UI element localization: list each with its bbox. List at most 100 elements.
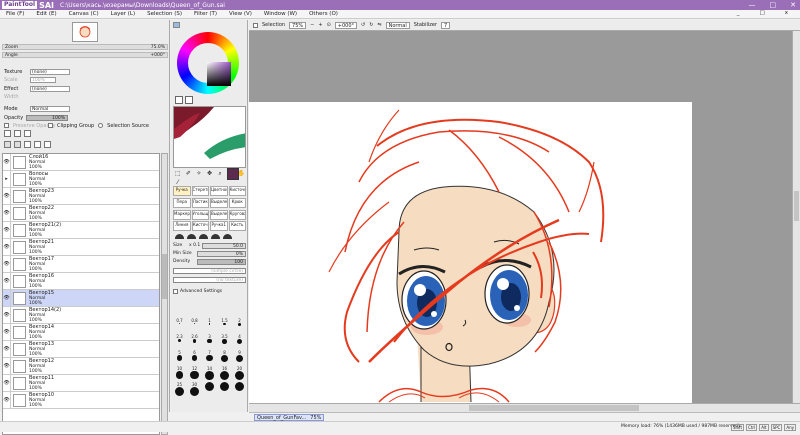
eye-icon[interactable]: 👁 bbox=[3, 205, 11, 221]
maximize-button[interactable]: □ bbox=[770, 1, 777, 9]
scratch-pad[interactable] bbox=[173, 106, 246, 168]
drawing-canvas[interactable] bbox=[249, 102, 692, 403]
merge-down-icon[interactable] bbox=[14, 141, 21, 148]
brush-size-preset[interactable]: 10 bbox=[175, 366, 184, 380]
eye-icon[interactable]: 👁 bbox=[3, 358, 11, 374]
eye-icon[interactable]: 👁 bbox=[3, 188, 11, 204]
layer-row[interactable]: 👁 Вектор14(2) Normal 100% bbox=[3, 307, 159, 324]
layer-scrollbar[interactable] bbox=[161, 153, 168, 435]
doc-maximize-button[interactable]: □ bbox=[754, 10, 771, 16]
brush-tool[interactable]: Стереть bbox=[191, 186, 209, 196]
new-folder-icon[interactable] bbox=[24, 130, 31, 137]
zoom-in-icon[interactable]: + bbox=[318, 22, 322, 28]
brush-size-preset[interactable]: 2.3 bbox=[176, 334, 183, 348]
menu-window[interactable]: Window (W) bbox=[258, 11, 303, 17]
brush-size-preset[interactable]: 20 bbox=[235, 366, 244, 380]
selection-checkbox[interactable] bbox=[253, 22, 258, 28]
brush-size-preset[interactable]: 16 bbox=[220, 366, 229, 380]
layer-row[interactable]: 👁 Вектор16 Normal 100% bbox=[3, 273, 159, 290]
eye-icon[interactable]: 👁 bbox=[3, 324, 11, 340]
layer-row[interactable]: 👁 Вектор21 Normal 100% bbox=[3, 239, 159, 256]
menu-filter[interactable]: Filter (T) bbox=[188, 11, 223, 17]
brush-size-preset[interactable] bbox=[220, 382, 229, 396]
color-wheel[interactable] bbox=[177, 32, 239, 94]
saturation-value-square[interactable] bbox=[207, 62, 231, 86]
brush-tool[interactable]: Кисточка bbox=[228, 186, 246, 196]
brush-size-preset[interactable]: 5 bbox=[176, 350, 183, 364]
brush-size-preset[interactable]: 3 bbox=[207, 334, 212, 348]
opacity-slider[interactable]: 100% bbox=[26, 115, 68, 121]
new-layer-icon[interactable] bbox=[4, 130, 11, 137]
brush-shape-4[interactable] bbox=[211, 234, 220, 239]
eye-icon[interactable]: 👁 bbox=[3, 239, 11, 255]
doc-minimize-button[interactable]: _ bbox=[731, 10, 746, 16]
layer-row[interactable]: 👁 Вектор10 Normal 100% bbox=[3, 392, 159, 409]
layer-row[interactable]: 👁 Вектор14 Normal 100% bbox=[3, 324, 159, 341]
brush-shape-3[interactable] bbox=[199, 234, 208, 239]
eye-icon[interactable]: 👁 bbox=[3, 392, 11, 408]
lasso-icon[interactable]: ✐ bbox=[184, 170, 194, 178]
zoom-icon[interactable]: ⌕ bbox=[215, 170, 225, 178]
canvas-vertical-scrollbar[interactable] bbox=[792, 31, 800, 403]
eye-icon[interactable]: 👁 bbox=[3, 290, 11, 306]
new-linework-layer-icon[interactable] bbox=[14, 130, 21, 137]
brush-shape-2[interactable] bbox=[187, 234, 196, 239]
brush-tool[interactable]: Кругова bbox=[228, 209, 246, 220]
brush-size-preset[interactable]: 7 bbox=[206, 350, 213, 364]
brush-size-preset[interactable] bbox=[235, 382, 244, 396]
selection-source-radio[interactable] bbox=[98, 123, 104, 128]
delete-layer-icon[interactable] bbox=[44, 141, 51, 148]
zoom-out-icon[interactable]: − bbox=[310, 22, 314, 28]
brush-tool[interactable]: Кисть bbox=[228, 221, 246, 232]
eye-icon[interactable]: 👁 bbox=[3, 256, 11, 272]
brush-tool[interactable]: Крюк bbox=[228, 197, 246, 208]
layer-row[interactable]: 👁 Вектор15 Normal 100% bbox=[3, 290, 159, 307]
minimize-button[interactable]: — bbox=[749, 1, 756, 9]
brush-tool[interactable]: Цветной bbox=[210, 186, 228, 196]
menu-layer[interactable]: Layer (L) bbox=[105, 11, 141, 17]
blend-mode-field[interactable]: Normal bbox=[385, 21, 410, 29]
brush-shape-5[interactable] bbox=[223, 234, 232, 239]
folder-icon[interactable]: ▸ bbox=[3, 171, 11, 187]
canvas-horizontal-scrollbar[interactable] bbox=[249, 403, 800, 412]
rotate-left-icon[interactable]: ↺ bbox=[361, 22, 365, 28]
density-slider[interactable]: 100 bbox=[197, 258, 246, 265]
layer-mask-icon[interactable] bbox=[24, 141, 31, 148]
layer-scroll-thumb[interactable] bbox=[162, 254, 167, 299]
brush-size-preset[interactable]: 1 bbox=[208, 318, 211, 332]
eye-icon[interactable]: 👁 bbox=[3, 307, 11, 323]
layer-row[interactable]: 👁 Слой16 Normal 100% bbox=[3, 154, 159, 171]
rotate-right-icon[interactable]: ↻ bbox=[369, 22, 373, 28]
advanced-settings-checkbox[interactable] bbox=[173, 289, 178, 294]
transfer-down-icon[interactable] bbox=[4, 141, 11, 148]
brush-tool[interactable]: Маркер bbox=[173, 209, 191, 220]
selection-icon[interactable]: ⬚ bbox=[173, 170, 183, 178]
brush-size-preset[interactable]: 0.8 bbox=[191, 318, 198, 332]
preserve-opacity-checkbox[interactable] bbox=[4, 123, 9, 128]
swatch-a[interactable] bbox=[175, 96, 183, 104]
zoom-row[interactable]: Zoom 75.0% bbox=[2, 44, 168, 50]
brush-shape-1[interactable] bbox=[175, 234, 184, 239]
texture-select[interactable]: (none) bbox=[30, 68, 70, 75]
doc-close-button[interactable]: x bbox=[779, 10, 794, 16]
canvas-vscroll-thumb[interactable] bbox=[794, 191, 799, 221]
layer-row[interactable]: 👁 Вектор23 Normal 100% bbox=[3, 188, 159, 205]
close-button[interactable]: ✕ bbox=[790, 1, 796, 9]
brush-size-preset[interactable]: 0.7 bbox=[176, 318, 183, 332]
clipping-group-checkbox[interactable] bbox=[48, 123, 53, 128]
brush-edge-select[interactable]: (simple circle) bbox=[173, 267, 246, 274]
brush-size-preset[interactable]: 30 bbox=[190, 382, 199, 396]
effect-select[interactable]: (none) bbox=[30, 85, 70, 92]
menu-others[interactable]: Others (O) bbox=[303, 11, 344, 17]
brush-size-preset[interactable]: 6 bbox=[191, 350, 198, 364]
blend-mode-select[interactable]: Normal bbox=[30, 105, 70, 112]
angle-field[interactable]: +000° bbox=[334, 21, 358, 29]
brush-size-preset[interactable]: 14 bbox=[205, 366, 214, 380]
current-color-swatch[interactable] bbox=[227, 168, 239, 180]
size-multiplier[interactable]: x 0.1 bbox=[189, 243, 200, 248]
flip-icon[interactable]: ⇋ bbox=[377, 22, 381, 28]
zoom-field[interactable]: 75% bbox=[289, 21, 307, 29]
brush-tool[interactable]: Ручка bbox=[173, 186, 191, 196]
color-wheel-tab[interactable] bbox=[173, 22, 180, 28]
layer-row[interactable]: ▸ Волосы Normal 100% bbox=[3, 171, 159, 188]
